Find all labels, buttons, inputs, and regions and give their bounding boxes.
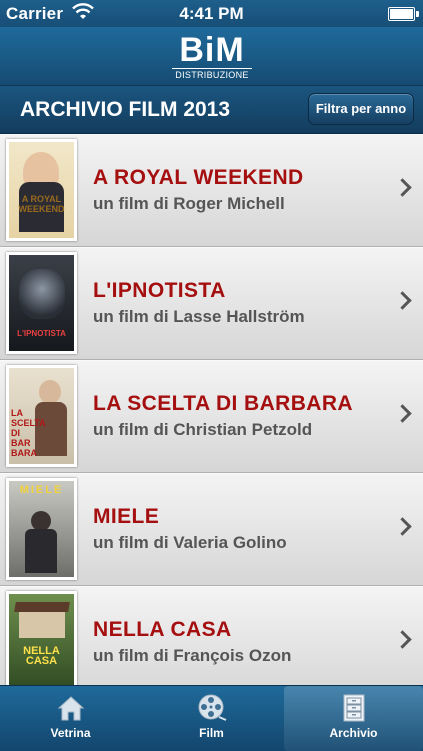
film-director: un film di François Ozon [93,646,292,665]
film-poster: A ROYAL WEEKEND [6,139,77,241]
poster-text: A ROYAL WEEKEND [18,194,65,214]
film-director: un film di Roger Michell [93,194,285,213]
tab-bar: Vetrina Film Archivio [0,685,423,751]
tab-archivio[interactable]: Archivio [284,686,423,751]
film-director: un film di Christian Petzold [93,420,313,439]
navigation-bar: BiM DISTRIBUZIONE [0,27,423,86]
film-title: LA SCELTA DI BARBARA [93,392,353,415]
film-title: L'IPNOTISTA [93,279,226,302]
film-director: un film di Valeria Golino [93,533,287,552]
bim-logo: BiM DISTRIBUZIONE [172,33,252,80]
film-title: A ROYAL WEEKEND [93,166,304,189]
tab-label: Vetrina [50,726,91,740]
film-row[interactable]: A ROYAL WEEKEND A ROYAL WEEKEND un film … [0,134,423,247]
tab-film[interactable]: Film [141,686,282,751]
tab-label: Archivio [329,726,378,740]
chevron-right-icon [393,291,412,310]
film-poster: L'IPNOTISTA [6,252,77,354]
film-poster: NELLA CASA [6,591,77,685]
film-director: un film di Lasse Hallström [93,307,305,326]
status-bar: Carrier 4:41 PM [0,0,423,27]
film-poster: MIELE [6,478,77,580]
film-reel-icon [198,694,226,721]
chevron-right-icon [393,517,412,536]
film-row[interactable]: NELLA CASA NELLA CASA un film di Françoi… [0,586,423,685]
logo-sub: DISTRIBUZIONE [172,68,252,80]
film-row[interactable]: MIELE MIELE un film di Valeria Golino [0,473,423,586]
film-row[interactable]: L'IPNOTISTA L'IPNOTISTA un film di Lasse… [0,247,423,360]
poster-text: L'IPNOTISTA [17,329,66,338]
poster-text: MIELE [19,484,64,496]
logo-main: BiM [179,31,245,69]
film-row[interactable]: LA SCELTA DI BAR BARA LA SCELTA DI BARBA… [0,360,423,473]
house-icon [57,696,84,721]
filter-by-year-button[interactable]: Filtra per anno [308,93,414,125]
archive-header: ARCHIVIO FILM 2013 Filtra per anno [0,86,423,134]
poster-text: NELLA CASA [23,645,60,667]
film-title: MIELE [93,505,160,528]
tab-vetrina[interactable]: Vetrina [0,686,141,751]
clock: 4:41 PM [179,4,244,23]
film-poster: LA SCELTA DI BAR BARA [6,365,77,467]
film-list[interactable]: A ROYAL WEEKEND A ROYAL WEEKEND un film … [0,134,423,685]
chevron-right-icon [393,630,412,649]
chevron-right-icon [393,178,412,197]
cabinet-icon [343,694,364,722]
chevron-right-icon [393,404,412,423]
tab-label: Film [199,726,224,740]
page-title: ARCHIVIO FILM 2013 [20,98,231,121]
poster-text: LA SCELTA DI BAR BARA [11,408,46,458]
battery-icon [388,7,419,21]
film-title: NELLA CASA [93,618,232,641]
